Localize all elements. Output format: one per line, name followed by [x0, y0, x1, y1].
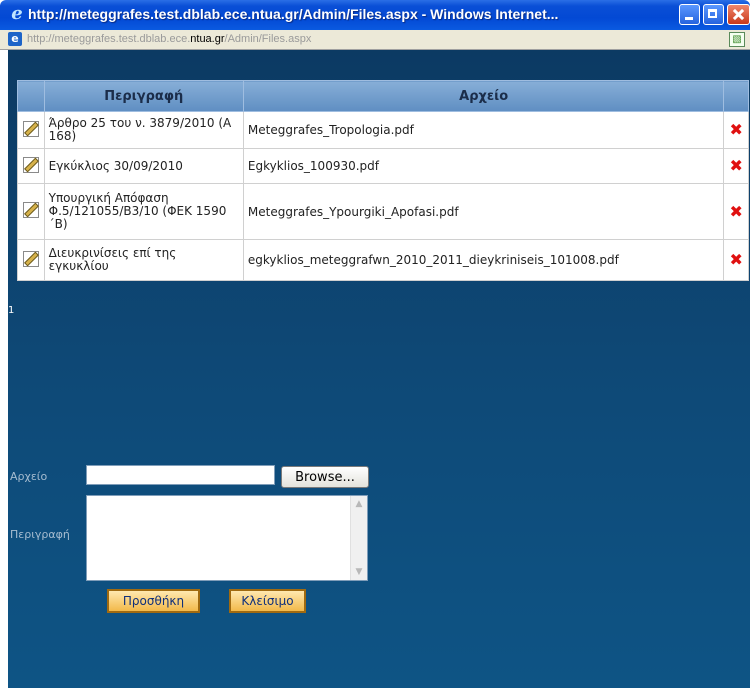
delete-cell[interactable]: ✖ [723, 111, 749, 149]
table-row: Υπουργική Απόφαση Φ.5/121055/Β3/10 (ΦΕΚ … [17, 183, 749, 240]
minimize-button[interactable] [679, 4, 700, 25]
header-description: Περιγραφή [43, 80, 244, 112]
edit-icon[interactable] [22, 202, 39, 218]
page-icon: e [8, 32, 22, 46]
header-edit [17, 80, 45, 112]
browse-button[interactable]: Browse... [281, 466, 369, 488]
delete-icon[interactable]: ✖ [730, 202, 743, 221]
description-cell: Υπουργική Απόφαση Φ.5/121055/Β3/10 (ΦΕΚ … [43, 183, 244, 240]
edit-cell[interactable] [17, 183, 45, 240]
file-cell: Egkyklios_100930.pdf [242, 148, 725, 184]
delete-icon[interactable]: ✖ [730, 120, 743, 139]
textarea-scrollbar[interactable]: ▲ ▼ [350, 496, 367, 580]
main-content: Περιγραφή Αρχείο Άρθρο 25 του ν. 3879/20… [8, 50, 750, 688]
edit-cell[interactable] [17, 111, 45, 149]
description-textarea[interactable]: ▲ ▼ [86, 495, 368, 581]
delete-cell[interactable]: ✖ [723, 148, 749, 184]
files-table: Περιγραφή Αρχείο Άρθρο 25 του ν. 3879/20… [17, 80, 749, 281]
table-row: Άρθρο 25 του ν. 3879/2010 (Α 168) Metegg… [17, 111, 749, 149]
header-delete [723, 80, 749, 112]
scroll-up-icon[interactable]: ▲ [352, 496, 366, 512]
url-text: http://meteggrafes.test.dblab.ece.ntua.g… [27, 33, 312, 45]
file-input[interactable] [86, 465, 275, 485]
header-file: Αρχείο [242, 80, 725, 112]
add-button[interactable]: Προσθήκη [107, 589, 200, 613]
certificate-icon[interactable]: ▧ [729, 32, 745, 47]
file-label: Αρχείο [10, 470, 48, 483]
edit-icon[interactable] [22, 120, 39, 137]
description-cell: Διευκρινίσεις επί της εγκυκλίου [43, 239, 244, 281]
table-header-row: Περιγραφή Αρχείο [17, 80, 749, 112]
ie-logo-icon: e [11, 3, 23, 24]
delete-cell[interactable]: ✖ [723, 239, 749, 281]
edit-icon[interactable] [22, 156, 39, 173]
close-button[interactable]: Κλείσιμο [229, 589, 306, 613]
close-window-button[interactable] [727, 4, 750, 25]
window-title: http://meteggrafes.test.dblab.ece.ntua.g… [28, 6, 559, 22]
description-cell: Άρθρο 25 του ν. 3879/2010 (Α 168) [43, 111, 244, 149]
delete-icon[interactable]: ✖ [730, 156, 743, 175]
maximize-button[interactable] [703, 4, 724, 25]
file-cell: Meteggrafes_Tropologia.pdf [242, 111, 725, 149]
scroll-down-icon[interactable]: ▼ [352, 564, 366, 580]
edit-icon[interactable] [22, 250, 39, 267]
title-bar: e http://meteggrafes.test.dblab.ece.ntua… [0, 0, 750, 30]
edit-cell[interactable] [17, 148, 45, 184]
file-cell: egkyklios_meteggrafwn_2010_2011_dieykrin… [242, 239, 725, 281]
table-row: Εγκύκλιος 30/09/2010 Egkyklios_100930.pd… [17, 148, 749, 184]
delete-icon[interactable]: ✖ [730, 250, 743, 269]
file-cell: Meteggrafes_Ypourgiki_Apofasi.pdf [242, 183, 725, 240]
pager-page-1[interactable]: 1 [8, 305, 14, 316]
address-bar: e http://meteggrafes.test.dblab.ece.ntua… [0, 30, 750, 50]
edit-cell[interactable] [17, 239, 45, 281]
description-cell: Εγκύκλιος 30/09/2010 [43, 148, 244, 184]
table-row: Διευκρινίσεις επί της εγκυκλίου egkyklio… [17, 239, 749, 281]
delete-cell[interactable]: ✖ [723, 183, 749, 240]
description-label: Περιγραφή [10, 528, 70, 541]
